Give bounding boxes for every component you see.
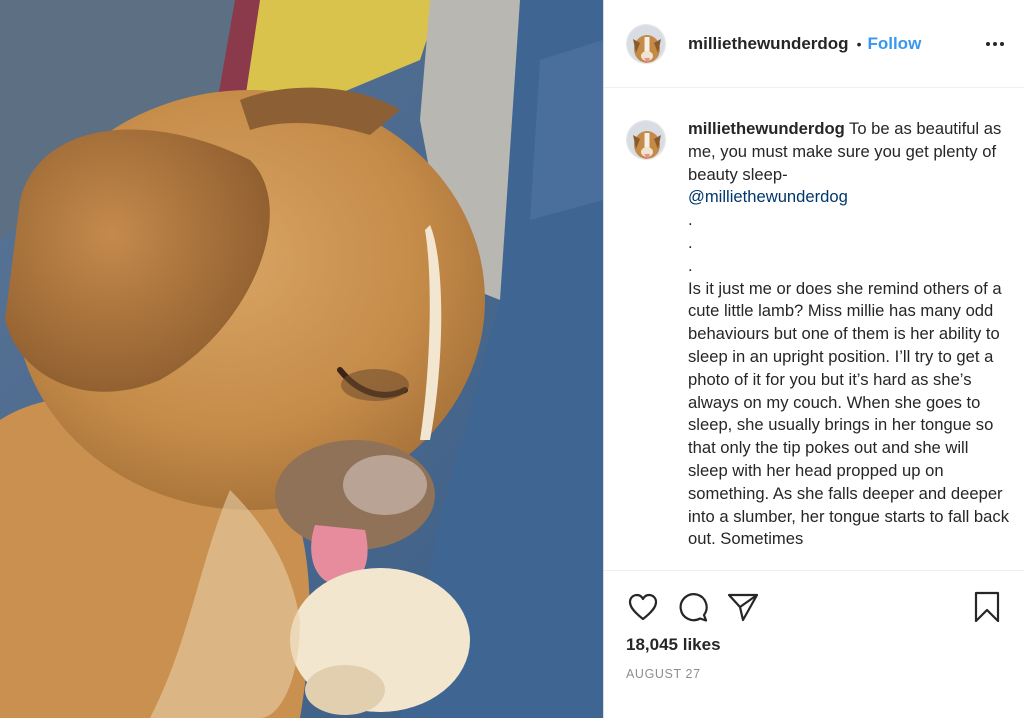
instagram-post: milliethewunderdog • Follow milliethewun… bbox=[0, 0, 1024, 718]
separator-dot: • bbox=[856, 35, 862, 52]
post-photo[interactable] bbox=[0, 0, 603, 718]
likes-count[interactable]: 18,045 likes bbox=[626, 635, 1004, 655]
share-icon[interactable] bbox=[726, 590, 760, 624]
sleeping-dog-image bbox=[0, 0, 603, 718]
bookmark-icon[interactable] bbox=[970, 590, 1004, 624]
caption-text: milliethewunderdog To be as beautiful as… bbox=[688, 118, 1012, 551]
caption-area: milliethewunderdog To be as beautiful as… bbox=[604, 88, 1024, 570]
post-date: AUGUST 27 bbox=[626, 667, 701, 681]
caption-row: milliethewunderdog To be as beautiful as… bbox=[626, 118, 1012, 551]
mention-link[interactable]: @milliethewunderdog bbox=[688, 187, 848, 206]
caption-line: . bbox=[688, 232, 693, 252]
post-side-panel: milliethewunderdog • Follow milliethewun… bbox=[603, 0, 1024, 718]
more-options-icon[interactable] bbox=[986, 36, 1004, 52]
post-header: milliethewunderdog • Follow bbox=[604, 0, 1024, 88]
actions-section: 18,045 likes AUGUST 27 bbox=[604, 570, 1024, 718]
caption-line: . bbox=[688, 210, 693, 230]
heart-icon[interactable] bbox=[626, 590, 660, 624]
caption-username[interactable]: milliethewunderdog bbox=[688, 119, 845, 138]
action-icons bbox=[626, 571, 1004, 643]
follow-button[interactable]: Follow bbox=[867, 34, 921, 54]
caption-line: . bbox=[688, 255, 693, 275]
caption-avatar[interactable] bbox=[626, 120, 666, 160]
username-link[interactable]: milliethewunderdog bbox=[688, 34, 849, 54]
caption-line: Is it just me or does she remind others … bbox=[688, 278, 1009, 549]
comment-icon[interactable] bbox=[676, 590, 710, 624]
avatar[interactable] bbox=[626, 23, 666, 64]
